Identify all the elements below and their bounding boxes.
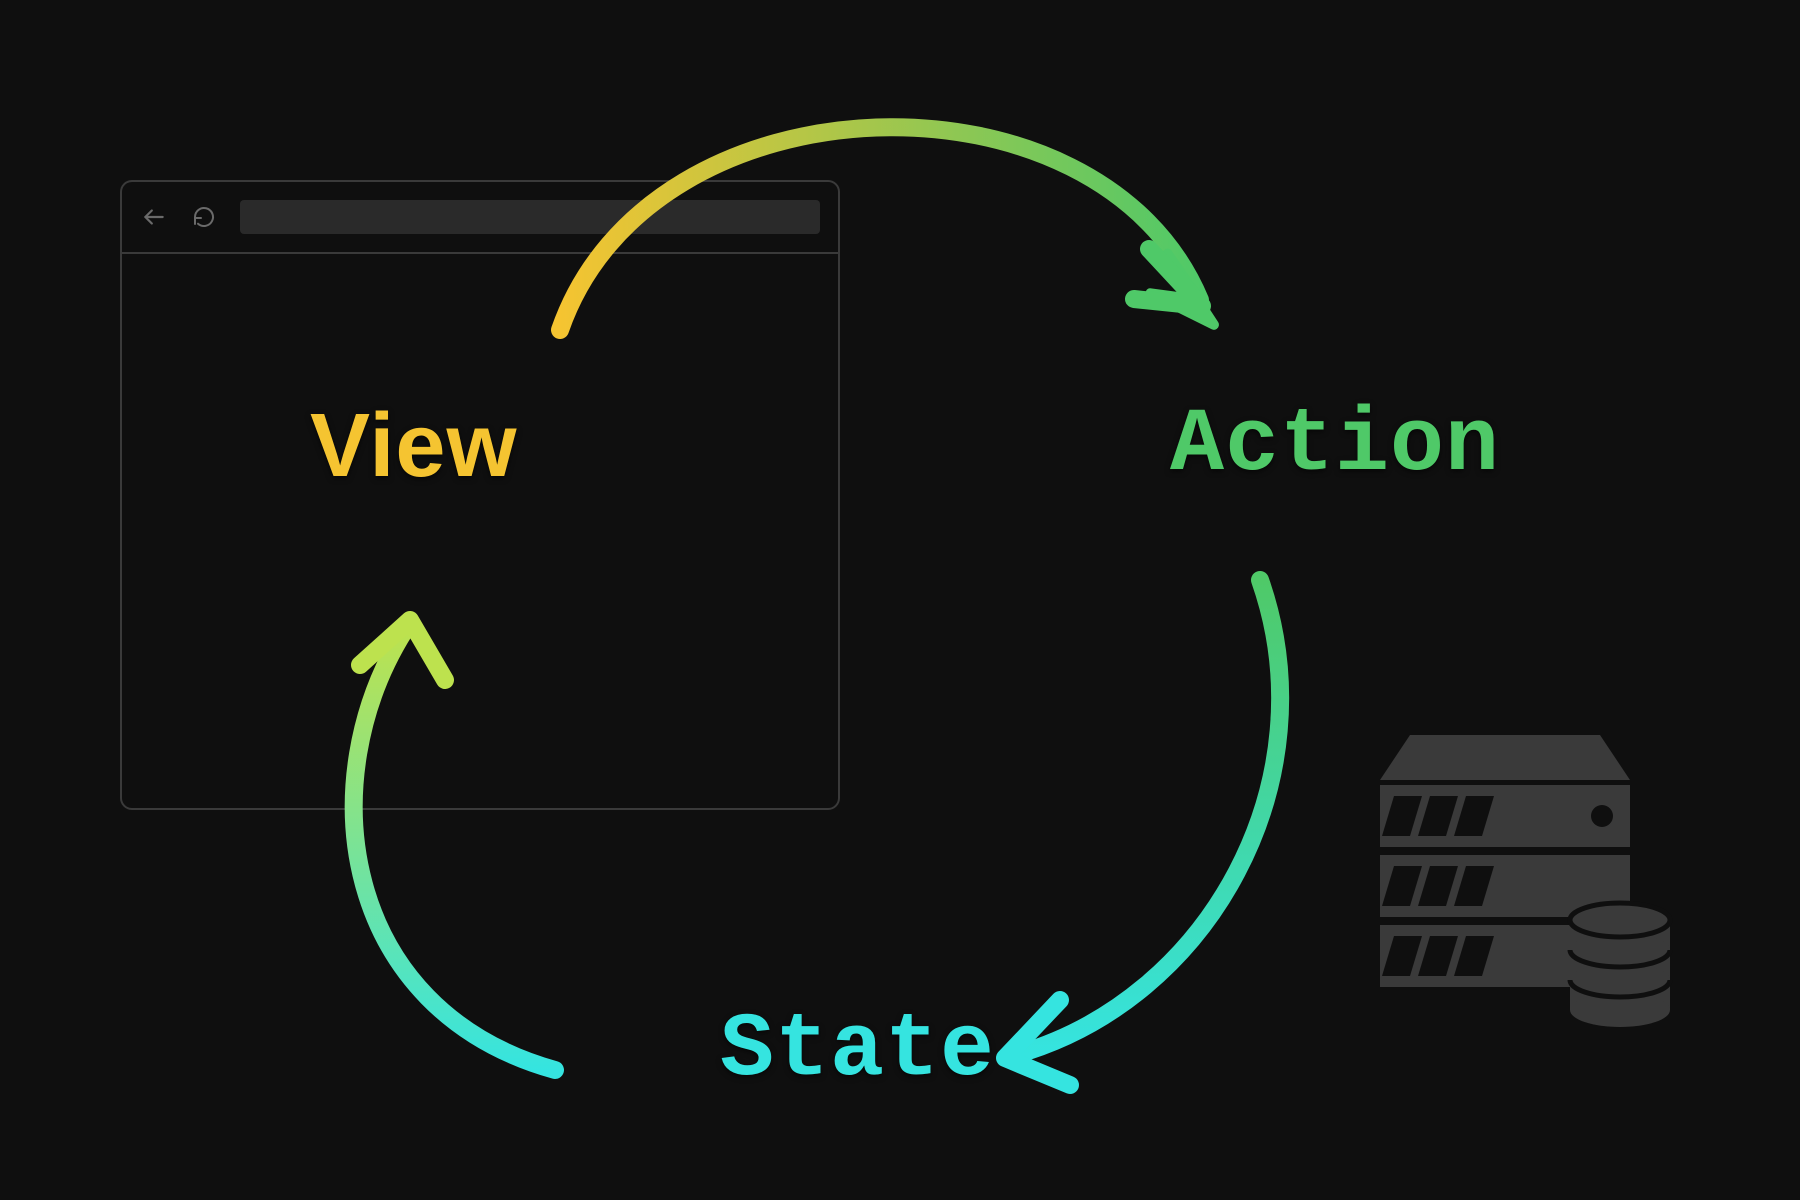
refresh-icon	[190, 203, 218, 231]
back-arrow-icon	[140, 203, 168, 231]
node-state: State	[720, 1000, 995, 1102]
arrow-action-to-state	[1005, 580, 1280, 1085]
browser-toolbar	[122, 182, 838, 254]
node-view: View	[310, 395, 517, 498]
server-storage-icon	[1370, 690, 1680, 1030]
diagram-stage: View Action State	[0, 0, 1800, 1200]
url-bar	[240, 200, 820, 234]
node-action: Action	[1170, 395, 1500, 497]
